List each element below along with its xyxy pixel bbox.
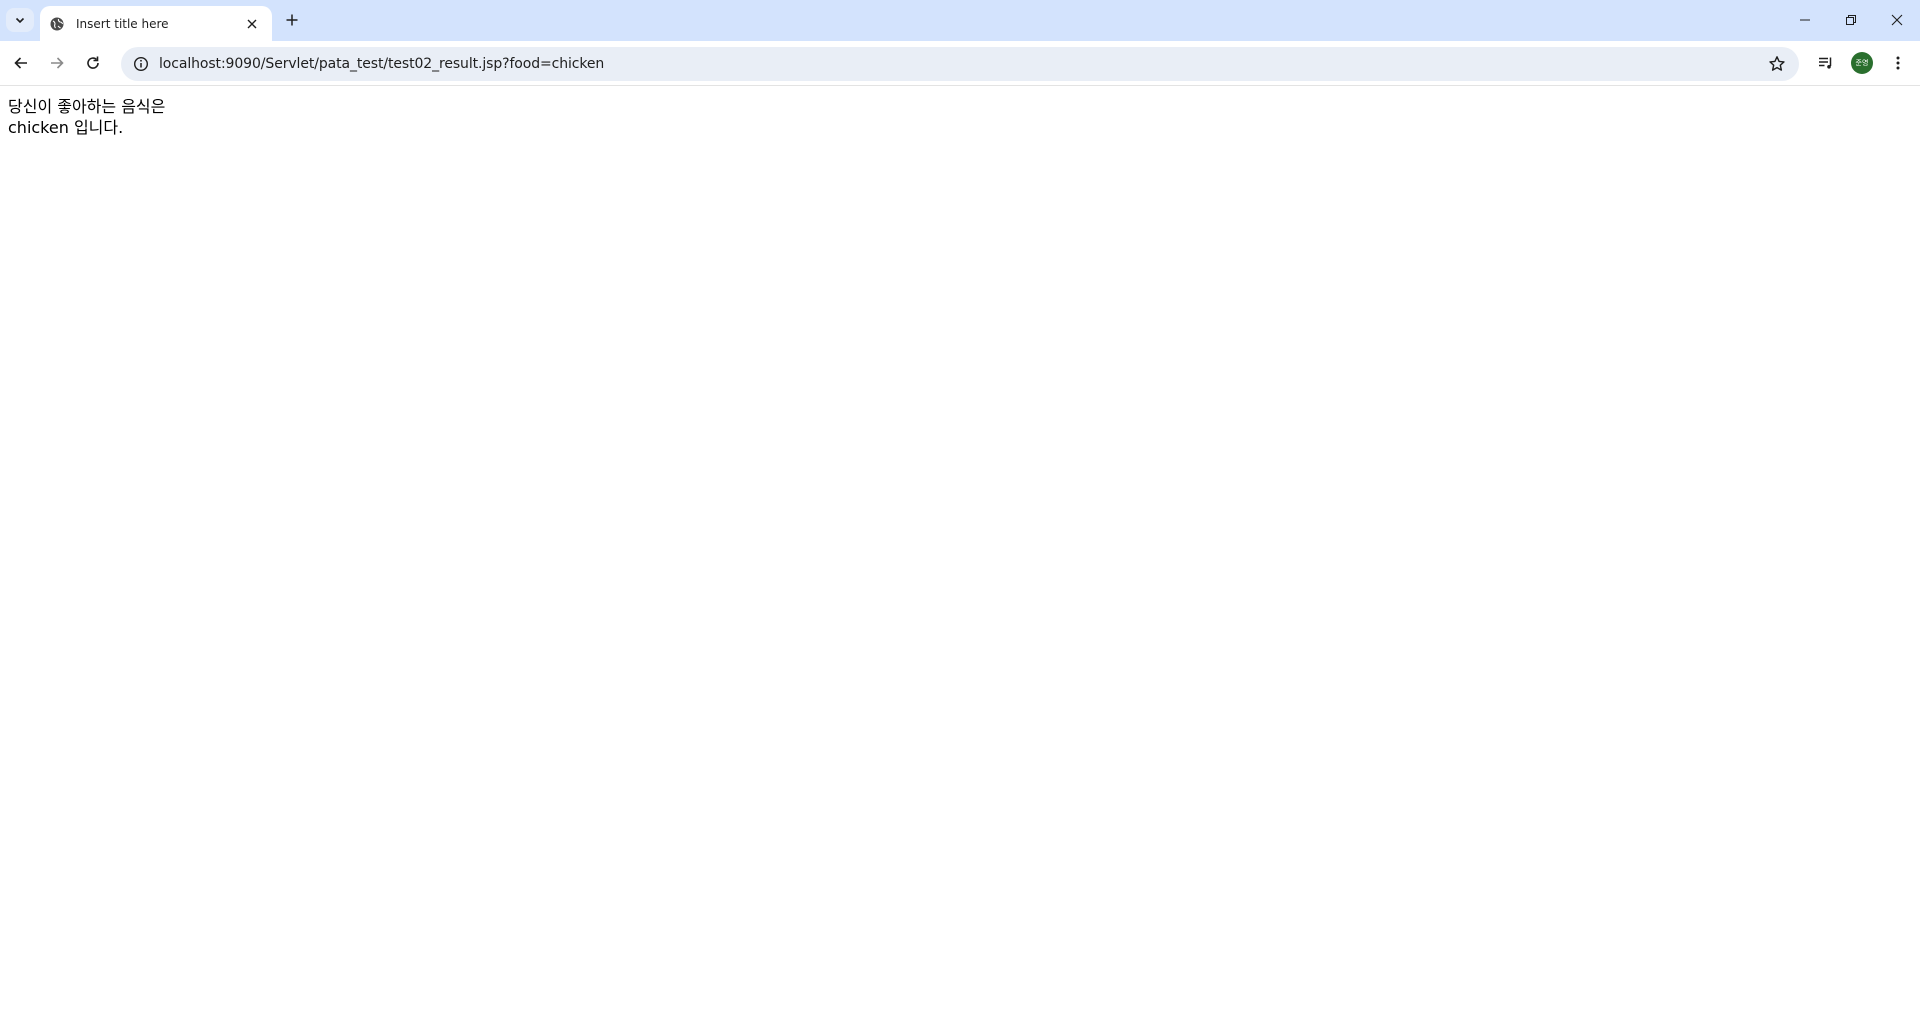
media-controls-button[interactable]	[1810, 47, 1842, 79]
menu-button[interactable]	[1882, 47, 1914, 79]
profile-button[interactable]: 준영	[1846, 47, 1878, 79]
close-icon[interactable]	[242, 14, 262, 34]
browser-toolbar: localhost:9090/Servlet/pata_test/test02_…	[0, 41, 1920, 86]
chevron-down-icon	[15, 17, 25, 24]
minimize-button[interactable]	[1782, 0, 1828, 40]
plus-icon	[286, 14, 298, 26]
url-text[interactable]: localhost:9090/Servlet/pata_test/test02_…	[159, 56, 1799, 72]
new-tab-button[interactable]	[280, 8, 304, 32]
tab-strip: Insert title here	[0, 0, 1920, 41]
avatar: 준영	[1851, 52, 1873, 74]
reload-button[interactable]	[77, 47, 109, 79]
page-content: 당신이 좋아하는 음식은 chicken 입니다.	[8, 96, 165, 138]
tab-search-button[interactable]	[6, 8, 34, 32]
minimize-icon	[1800, 19, 1810, 21]
favorite-food-result: chicken 입니다.	[8, 118, 124, 137]
star-icon[interactable]	[1765, 52, 1789, 76]
media-queue-icon	[1819, 57, 1832, 69]
info-icon[interactable]	[129, 52, 153, 76]
tab-title: Insert title here	[76, 16, 169, 31]
globe-icon	[49, 16, 65, 32]
restore-button[interactable]	[1828, 0, 1874, 40]
arrow-left-icon	[14, 57, 27, 69]
favorite-food-prompt: 당신이 좋아하는 음식은	[8, 97, 166, 116]
arrow-right-icon	[51, 57, 64, 69]
close-window-icon	[1891, 14, 1903, 26]
back-button[interactable]	[5, 47, 37, 79]
restore-icon	[1846, 15, 1856, 25]
active-tab[interactable]: Insert title here	[40, 6, 272, 41]
forward-button[interactable]	[41, 47, 73, 79]
reload-icon	[87, 56, 99, 69]
close-window-button[interactable]	[1874, 0, 1920, 40]
address-bar[interactable]: localhost:9090/Servlet/pata_test/test02_…	[121, 47, 1799, 81]
kebab-menu-icon	[1896, 56, 1900, 70]
